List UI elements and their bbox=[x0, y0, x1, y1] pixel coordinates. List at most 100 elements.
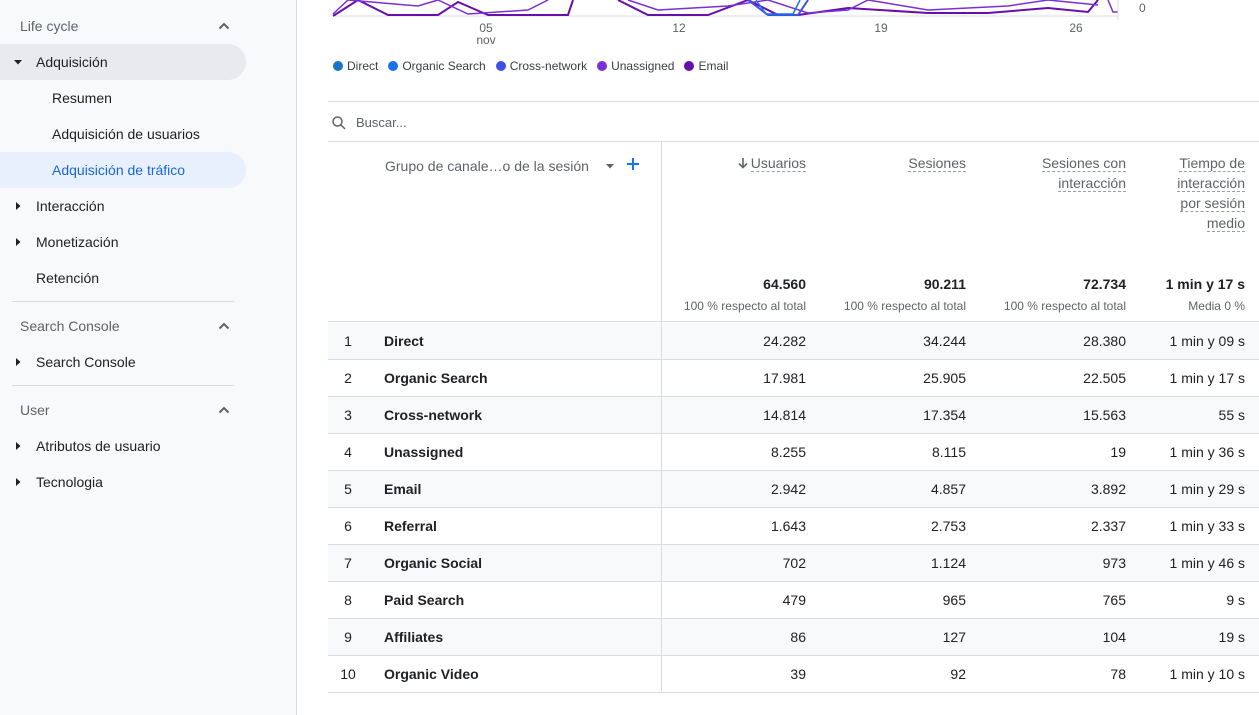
table-row[interactable]: 3 Cross-network 14.814 17.354 15.563 55 s bbox=[328, 397, 1259, 434]
legend-item-unassigned[interactable]: Unassigned bbox=[597, 59, 674, 73]
legend-label: Organic Search bbox=[402, 59, 486, 73]
metric-header-label: Sesiones con interacción bbox=[1041, 155, 1126, 192]
table-row[interactable]: 4 Unassigned 8.255 8.115 19 1 min y 36 s bbox=[328, 434, 1259, 471]
legend-item-cross-network[interactable]: Cross-network bbox=[495, 59, 587, 73]
row-channel-name: Affiliates bbox=[384, 629, 444, 645]
cell-usuarios: 24.282 bbox=[763, 333, 806, 349]
cell-usuarios: 702 bbox=[782, 555, 806, 571]
divider bbox=[12, 385, 234, 386]
table-row[interactable]: 10 Organic Video 39 92 78 1 min y 10 s bbox=[328, 656, 1259, 693]
search-input[interactable] bbox=[356, 115, 756, 130]
cell-tiempo-interaccion: 1 min y 10 s bbox=[1169, 666, 1245, 682]
caret-right-icon bbox=[0, 441, 36, 451]
cell-tiempo-interaccion: 1 min y 36 s bbox=[1169, 444, 1245, 460]
cell-sesiones: 1.124 bbox=[930, 555, 966, 571]
legend-dot bbox=[684, 61, 695, 71]
line-chart: 0 05 nov 12 19 26 bbox=[328, 0, 1259, 50]
section-life-cycle[interactable]: Life cycle bbox=[0, 8, 246, 44]
cell-tiempo-interaccion: 55 s bbox=[1218, 407, 1245, 423]
table-row[interactable]: 8 Paid Search 479 965 765 9 s bbox=[328, 582, 1259, 619]
section-user-label: User bbox=[20, 402, 50, 418]
main-content: 0 05 nov 12 19 26 Direct Organic Search … bbox=[328, 0, 1259, 715]
table-row[interactable]: 9 Affiliates 86 127 104 19 s bbox=[328, 619, 1259, 656]
search-bar bbox=[328, 104, 1259, 141]
cell-sesiones-interaccion: 19 bbox=[1110, 444, 1126, 460]
legend-item-organic-search[interactable]: Organic Search bbox=[388, 59, 486, 73]
metric-header-label: Tiempo de interacción por sesión medio bbox=[1177, 155, 1245, 232]
series-line-unassigned bbox=[627, 0, 1099, 14]
legend-dot bbox=[333, 61, 343, 71]
cell-sesiones-interaccion: 104 bbox=[1102, 629, 1126, 645]
row-channel-name: Unassigned bbox=[384, 444, 464, 460]
sidebar-item-label: Interacción bbox=[36, 198, 105, 214]
sidebar-item-resumen[interactable]: Resumen bbox=[0, 80, 246, 116]
search-icon bbox=[332, 115, 346, 130]
caret-right-icon bbox=[0, 357, 36, 367]
cell-tiempo-interaccion: 1 min y 17 s bbox=[1169, 370, 1245, 386]
sidebar-item-retencion[interactable]: Retención bbox=[0, 260, 246, 296]
sidebar-item-label: Adquisición de usuarios bbox=[52, 126, 200, 142]
section-search-console[interactable]: Search Console bbox=[0, 308, 246, 344]
metric-header-usuarios[interactable]: Usuarios bbox=[656, 153, 806, 173]
legend-dot bbox=[597, 61, 608, 71]
sidebar-item-adquisicion[interactable]: Adquisición bbox=[0, 44, 246, 80]
sidebar-item-label: Monetización bbox=[36, 234, 119, 250]
sidebar-item-monetizacion[interactable]: Monetización bbox=[0, 224, 246, 260]
sidebar-item-label: Search Console bbox=[36, 354, 136, 370]
sidebar-item-label: Tecnologia bbox=[36, 474, 103, 490]
sidebar-item-label: Adquisición de tráfico bbox=[52, 162, 186, 178]
add-dimension-button[interactable] bbox=[625, 156, 641, 172]
table-row[interactable]: 1 Direct 24.282 34.244 28.380 1 min y 09 s bbox=[328, 323, 1259, 360]
cell-usuarios: 86 bbox=[790, 629, 806, 645]
row-index: 6 bbox=[344, 518, 352, 534]
sidebar-item-tecnologia[interactable]: Tecnologia bbox=[0, 464, 246, 500]
sidebar-item-adquisicion-usuarios[interactable]: Adquisición de usuarios bbox=[0, 116, 246, 152]
section-user[interactable]: User bbox=[0, 392, 246, 428]
chevron-up-icon bbox=[218, 22, 230, 30]
legend-item-email[interactable]: Email bbox=[684, 59, 728, 73]
cell-usuarios: 39 bbox=[790, 666, 806, 682]
row-channel-name: Referral bbox=[384, 518, 437, 534]
cell-usuarios: 479 bbox=[782, 592, 806, 608]
pct-sesiones-interaccion: 100 % respecto al total bbox=[1003, 299, 1126, 313]
cell-sesiones: 8.115 bbox=[932, 444, 966, 460]
cell-sesiones-interaccion: 15.563 bbox=[1083, 407, 1126, 423]
row-channel-name: Organic Search bbox=[384, 370, 488, 386]
row-channel-name: Cross-network bbox=[384, 407, 483, 423]
chevron-up-icon bbox=[218, 406, 230, 414]
cell-sesiones: 2.753 bbox=[930, 518, 966, 534]
table-row[interactable]: 6 Referral 1.643 2.753 2.337 1 min y 33 s bbox=[328, 508, 1259, 545]
table-row[interactable]: 5 Email 2.942 4.857 3.892 1 min y 29 s bbox=[328, 471, 1259, 508]
cell-tiempo-interaccion: 9 s bbox=[1226, 592, 1245, 608]
row-index: 10 bbox=[340, 666, 356, 682]
dimension-header-label: Grupo de canale…o de la sesión bbox=[385, 158, 589, 174]
cell-sesiones-interaccion: 3.892 bbox=[1090, 481, 1126, 497]
sidebar: Life cycle Adquisición Resumen Adquisici… bbox=[0, 0, 297, 715]
metric-header-sesiones-interaccion[interactable]: Sesiones con interacción bbox=[1016, 153, 1126, 193]
divider bbox=[328, 101, 1259, 102]
metric-header-sesiones[interactable]: Sesiones bbox=[816, 153, 966, 173]
metric-header-label: Sesiones bbox=[908, 155, 966, 172]
divider bbox=[12, 301, 234, 302]
legend-label: Unassigned bbox=[611, 59, 675, 73]
x-tick-label: 12 bbox=[672, 21, 686, 35]
sidebar-item-atributos-usuario[interactable]: Atributos de usuario bbox=[0, 428, 246, 464]
total-sesiones: 90.211 bbox=[923, 276, 966, 292]
pct-tiempo-interaccion: Media 0 % bbox=[1188, 299, 1245, 313]
cell-usuarios: 1.643 bbox=[770, 518, 806, 534]
sidebar-item-interaccion[interactable]: Interacción bbox=[0, 188, 246, 224]
metric-header-tiempo-interaccion[interactable]: Tiempo de interacción por sesión medio bbox=[1155, 153, 1245, 233]
dimension-header[interactable]: Grupo de canale…o de la sesión bbox=[385, 158, 617, 174]
cell-usuarios: 17.981 bbox=[763, 370, 806, 386]
table-row[interactable]: 2 Organic Search 17.981 25.905 22.505 1 min y… bbox=[328, 360, 1259, 397]
cell-sesiones-interaccion: 2.337 bbox=[1090, 518, 1126, 534]
cell-usuarios: 8.255 bbox=[770, 444, 806, 460]
row-channel-name: Organic Social bbox=[384, 555, 483, 571]
table-row[interactable]: 7 Organic Social 702 1.124 973 1 min y 46 s bbox=[328, 545, 1259, 582]
legend-item-direct[interactable]: Direct bbox=[333, 59, 378, 73]
sidebar-item-adquisicion-trafico[interactable]: Adquisición de tráfico bbox=[0, 152, 246, 188]
sidebar-item-search-console[interactable]: Search Console bbox=[0, 344, 246, 380]
row-index: 8 bbox=[344, 592, 352, 608]
cell-sesiones: 127 bbox=[942, 629, 966, 645]
cell-sesiones-interaccion: 22.505 bbox=[1083, 370, 1126, 386]
